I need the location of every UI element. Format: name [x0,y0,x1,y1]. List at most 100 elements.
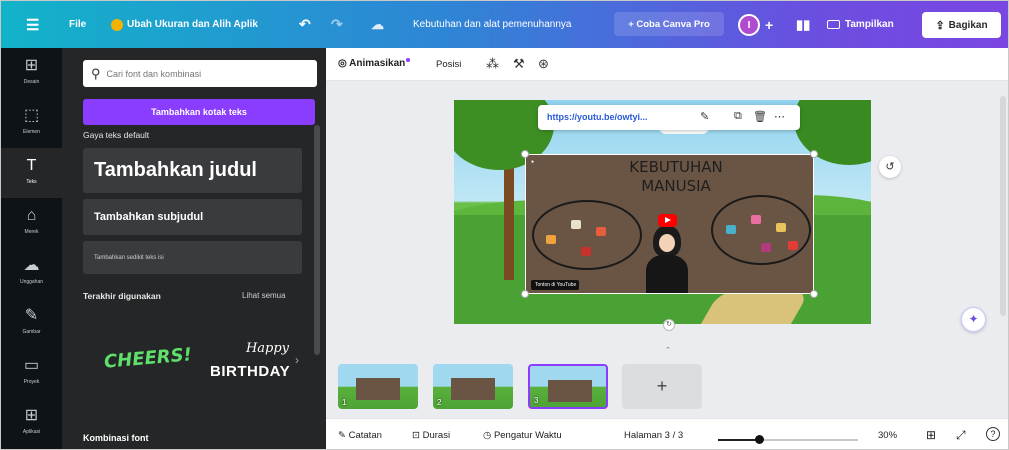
zoom-percentage[interactable]: 30% [878,430,897,441]
slide-page[interactable]: ● KEBUTUHAN MANUSIA Tonton di YouTube [454,100,871,324]
animate-button[interactable]: ◎ Animasikan [338,58,411,69]
resize-label: Ubah Ukuran dan Alih Aplik [127,19,258,30]
panel-scrollbar[interactable] [314,125,320,355]
animate-icon: ◎ [338,58,350,69]
rail-item-draw[interactable]: ✎ Gambar [1,298,62,348]
animate-label: Animasikan [349,58,406,69]
item-illustration [761,243,771,252]
item-illustration [776,223,786,232]
font-preset-cheers[interactable]: CHEERS! [103,344,192,373]
text-icon: T [26,157,37,174]
file-menu[interactable]: File [69,1,86,48]
resize-handle[interactable] [521,290,529,298]
page-thumbnail-1[interactable]: 1 [338,364,418,409]
share-button[interactable]: ⇪ Bagikan [922,12,1001,38]
zoom-slider-knob[interactable] [754,435,764,444]
crown-icon [111,18,123,31]
rail-item-elements[interactable]: ⬚ Elemen [1,98,62,148]
rail-label: Gambar [22,329,41,335]
search-input[interactable] [106,68,307,79]
comment-icon[interactable]: ↺ [879,156,901,178]
avatar[interactable]: I [738,14,760,36]
font-preset-happy[interactable]: Happy [230,341,305,356]
add-body-text-button[interactable]: Tambahkan sedikit teks isi [83,241,302,274]
rail-item-text[interactable]: T Teks [1,148,62,198]
notes-button[interactable]: ✎ Catatan [338,430,382,441]
video-title-line1: KEBUTUHAN [629,158,723,176]
hamburger-icon[interactable]: ☰ [26,1,39,48]
font-combos-label: Kombinasi font [83,433,149,443]
see-all-link[interactable]: Lihat semua [242,291,286,300]
embedded-video[interactable]: ● KEBUTUHAN MANUSIA Tonton di YouTube [525,154,814,294]
paint-roller-icon[interactable]: ⚒ [513,56,525,72]
pages-strip: 1 2 3 + [326,356,1008,418]
brand-icon: ⌂ [26,207,37,224]
rail-item-uploads[interactable]: ☁ Unggahan [1,248,62,298]
top-bar: ☰ File Ubah Ukuran dan Alih Aplik ↶ ↷ ☁ … [1,1,1008,48]
rail-item-apps[interactable]: ⊞ Aplikasi [1,398,62,448]
help-button[interactable]: ? [986,427,1000,441]
youtube-play-icon[interactable] [658,214,677,227]
magic-assistant-icon[interactable]: ✦ [961,307,986,332]
upload-icon: ⇪ [935,19,945,32]
redo-icon[interactable]: ↷ [331,1,343,48]
more-icon[interactable]: ⋯ [774,110,785,123]
lock-icon[interactable]: ⊛ [538,56,549,72]
present-button[interactable]: Tampilkan [827,1,894,48]
cloud-sync-icon[interactable]: ☁ [371,1,384,48]
duration-button[interactable]: ⊡ Durasi [412,430,450,441]
design-canvas: ● KEBUTUHAN MANUSIA Tonton di YouTube ht… [326,81,1008,356]
item-illustration [596,227,606,236]
timer-button[interactable]: ◷ Pengatur Waktu [483,430,562,441]
add-member-button[interactable]: + [765,1,773,48]
left-rail: ⊞ Desain ⬚ Elemen T Teks ⌂ Merek ☁ Ungga… [1,48,62,449]
rail-item-brand[interactable]: ⌂ Merek [1,198,62,248]
default-styles-label: Gaya teks default [83,130,150,140]
fullscreen-icon[interactable]: ⤢ [956,428,966,443]
trash-icon[interactable]: 🗑 [753,110,767,123]
editor-toolbar: ◎ Animasikan Posisi ⁂ ⚒ ⊛ [326,48,1008,81]
font-preset-birthday[interactable]: BIRTHDAY [210,363,290,380]
rail-label: Proyek [23,379,40,385]
rail-label: Desain [23,79,40,85]
undo-icon[interactable]: ↶ [299,1,311,48]
zoom-slider[interactable] [718,435,858,444]
add-heading-button[interactable]: Tambahkan judul [83,148,302,193]
timer-label: Pengatur Waktu [493,430,562,441]
bar-chart-icon[interactable]: ▮▮ [796,1,810,48]
resize-handle[interactable] [521,150,529,158]
video-link[interactable]: https://youtu.be/owtyi... [547,112,648,122]
position-button[interactable]: Posisi [436,59,461,70]
try-pro-button[interactable]: + Coba Canva Pro [614,12,724,36]
draw-icon: ✎ [24,307,39,324]
chevron-up-icon[interactable]: ⌃ [665,346,671,354]
canvas-scrollbar[interactable] [1000,96,1006,316]
add-page-button[interactable]: + [622,364,702,409]
girl-face [659,234,675,252]
house-illustration [571,220,581,229]
duration-label: Durasi [422,430,451,441]
rail-item-design[interactable]: ⊞ Desain [1,48,62,98]
page-thumbnail-2[interactable]: 2 [433,364,513,409]
watch-on-youtube-badge[interactable]: Tonton di YouTube [531,280,579,290]
resize-handle[interactable] [810,150,818,158]
grid-view-icon[interactable]: ⊞ [926,428,936,442]
page-number: 1 [342,398,347,407]
add-textbox-button[interactable]: Tambahkan kotak teks [83,99,315,125]
item-illustration [751,215,761,224]
font-search[interactable]: ⚲ [83,60,317,87]
resize-handle[interactable] [810,290,818,298]
copy-icon[interactable]: ⧉ [734,110,742,123]
resize-button[interactable]: Ubah Ukuran dan Alih Aplik [111,1,258,48]
rotate-icon[interactable]: ↻ [663,319,675,331]
page-indicator[interactable]: Halaman 3 / 3 [624,430,683,441]
document-title[interactable]: Kebutuhan dan alat pemenuhannya [413,1,571,48]
add-subheading-button[interactable]: Tambahkan subjudul [83,199,302,235]
rail-item-projects[interactable]: ▭ Proyek [1,348,62,398]
video-channel-icon: ● [531,159,535,165]
pencil-icon[interactable]: ✎ [700,110,709,123]
page-thumbnail-3[interactable]: 3 [528,364,608,409]
rail-label: Elemen [23,129,40,135]
transparency-icon[interactable]: ⁂ [486,56,499,72]
chevron-right-icon[interactable]: › [295,353,299,367]
